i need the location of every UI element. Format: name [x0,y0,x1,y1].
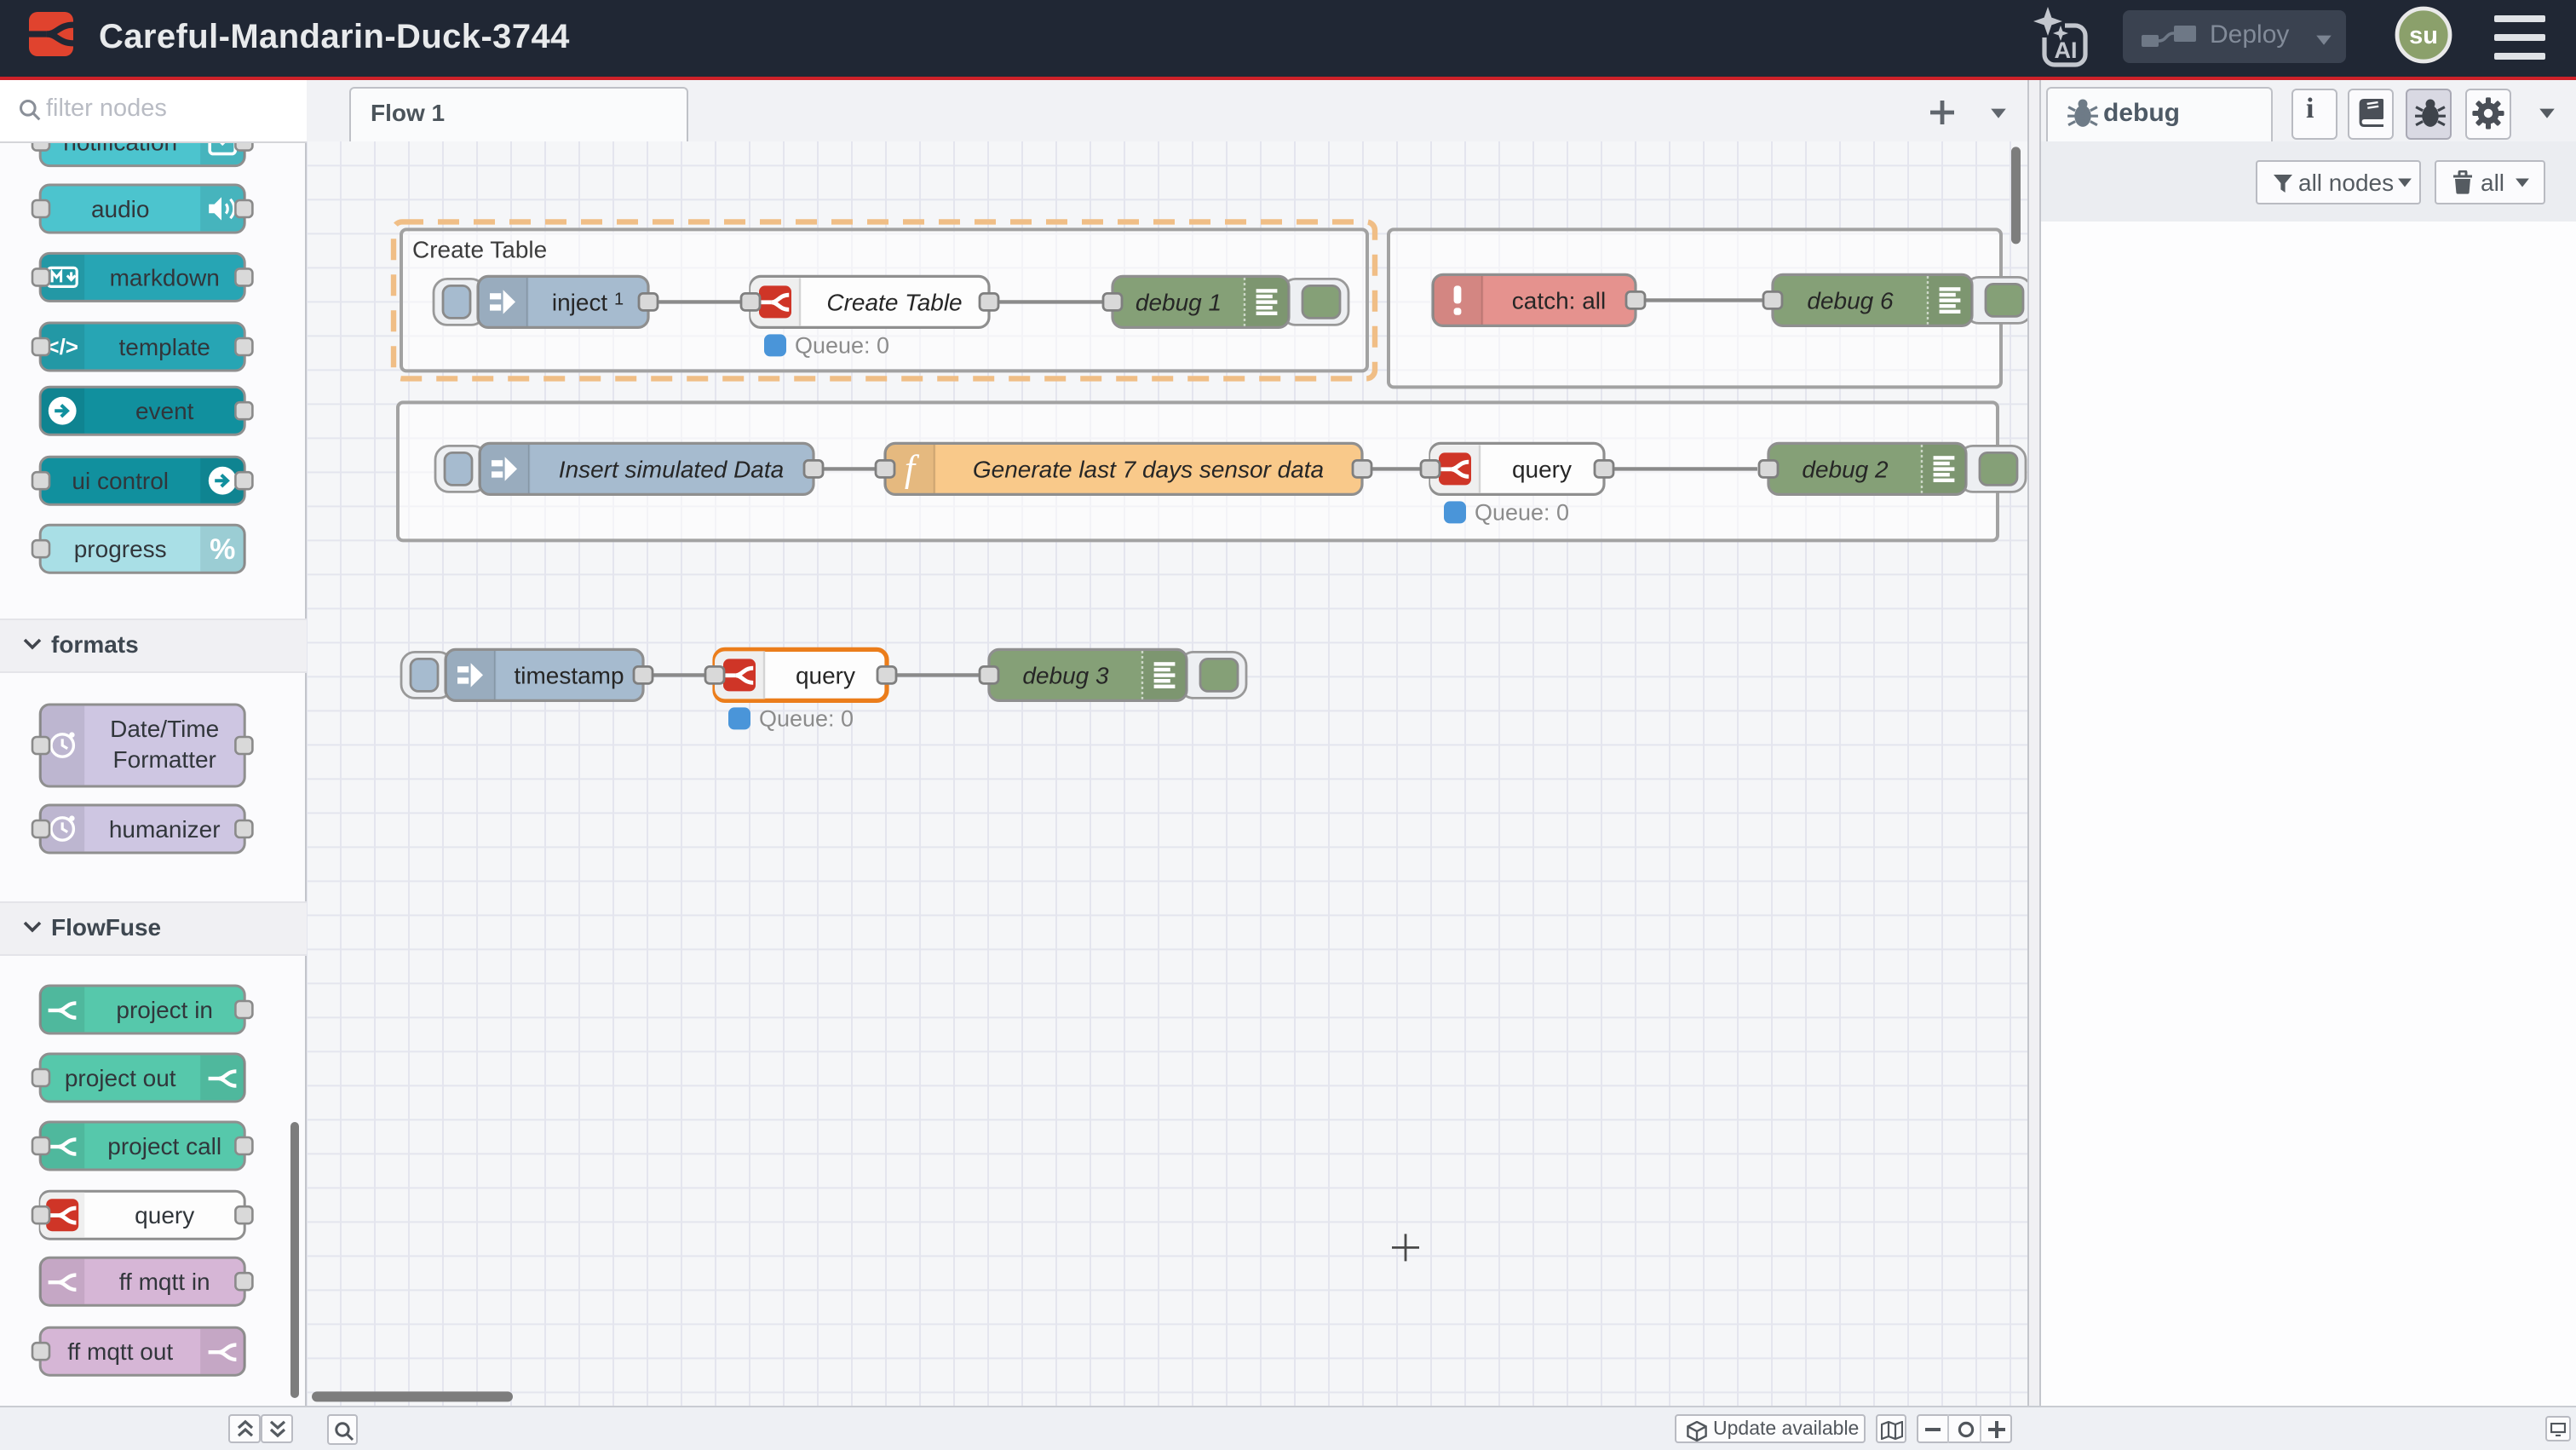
svg-text:debug 6: debug 6 [1807,287,1894,314]
svg-text:</>: </> [46,333,78,359]
svg-text:project call: project call [107,1132,221,1159]
svg-text:Create Table: Create Table [826,289,962,315]
svg-text:progress: progress [74,535,167,561]
svg-text:template: template [118,333,210,360]
svg-text:ui control: ui control [72,467,169,493]
svg-text:inject 1: inject 1 [552,289,624,315]
svg-text:markdown: markdown [110,263,220,290]
svg-text:timestamp: timestamp [514,662,624,688]
svg-text:su: su [2409,22,2438,49]
svg-text:AI: AI [2055,37,2078,63]
svg-text:Insert simulated Data: Insert simulated Data [559,456,784,482]
svg-text:query: query [796,662,855,688]
svg-text:%: % [210,532,235,565]
svg-text:notification: notification [63,142,177,155]
svg-text:debug 2: debug 2 [1802,456,1889,482]
svg-text:ff mqtt in: ff mqtt in [119,1268,210,1294]
svg-text:debug 3: debug 3 [1022,662,1109,688]
svg-text:event: event [135,397,194,423]
svg-text:audio: audio [91,195,150,222]
svg-text:Create Table: Create Table [412,236,547,262]
svg-text:catch: all: catch: all [1512,287,1606,314]
svg-text:humanizer: humanizer [109,815,221,842]
svg-text:Date/Time: Date/Time [110,715,219,741]
svg-text:Queue: 0: Queue: 0 [795,332,889,358]
svg-text:Formatter: Formatter [113,745,216,772]
svg-text:Generate last 7 days sensor da: Generate last 7 days sensor data [973,456,1324,482]
svg-text:Queue: 0: Queue: 0 [759,705,854,731]
svg-text:ff mqtt out: ff mqtt out [67,1338,173,1364]
svg-text:project out: project out [65,1064,176,1090]
svg-text:debug 1: debug 1 [1136,289,1222,315]
svg-text:query: query [1512,456,1572,482]
svg-text:project in: project in [116,996,213,1022]
svg-text:query: query [135,1201,194,1228]
svg-text:Queue: 0: Queue: 0 [1475,499,1569,525]
